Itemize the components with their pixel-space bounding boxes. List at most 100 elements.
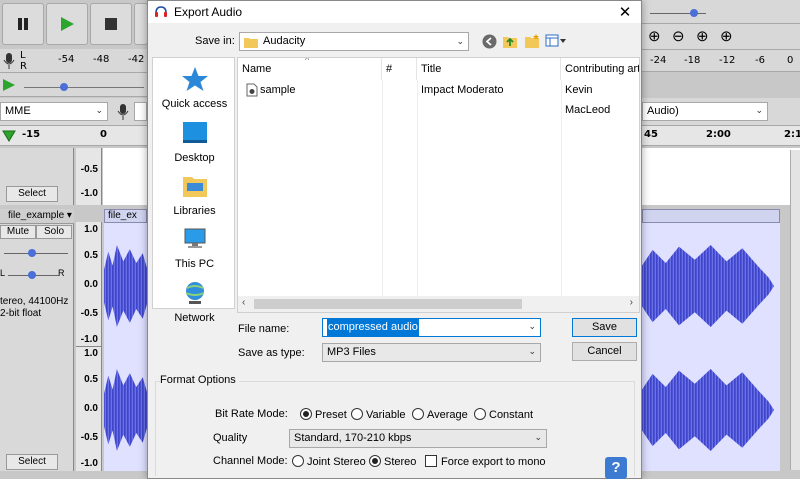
dialog-titlebar[interactable]: Export Audio — [148, 1, 641, 23]
pan-right-label: R — [58, 268, 65, 278]
fit-project-icon[interactable]: ⊕ — [720, 27, 733, 45]
timeline-tick: -15 — [22, 129, 41, 140]
channel-stereo-radio[interactable]: Stereo — [369, 455, 416, 468]
column-label: # — [386, 63, 393, 75]
scale-label: -0.5 — [80, 308, 98, 319]
clip-name-bar-right[interactable] — [642, 209, 780, 223]
host-select-value: MME — [5, 105, 31, 117]
bit-rate-average-radio[interactable]: Average — [412, 408, 468, 421]
scroll-right-icon[interactable]: › — [630, 297, 633, 308]
gain-slider[interactable] — [28, 249, 36, 257]
nav-libraries[interactable]: Libraries — [153, 173, 236, 217]
pause-button[interactable] — [2, 3, 44, 45]
dialog-title: Export Audio — [174, 5, 243, 19]
clip-name-bar[interactable]: file_ex — [104, 209, 147, 223]
zoom-out-icon[interactable]: ⊖ — [672, 27, 685, 45]
bit-rate-preset-radio[interactable]: Preset — [300, 408, 347, 421]
scale-label: 1.0 — [84, 224, 98, 235]
column-header-name[interactable]: Name — [238, 58, 382, 80]
help-button[interactable]: ? — [605, 457, 627, 479]
force-mono-checkbox[interactable]: Force export to mono — [425, 455, 546, 468]
timeline-right[interactable]: 45 2:00 2:1 — [642, 126, 800, 146]
file-list[interactable]: ^ Name # Title Contributing art sample I… — [237, 57, 640, 313]
playback-meter[interactable] — [0, 73, 147, 97]
checkbox-icon — [425, 455, 437, 467]
chevron-down-icon: ⌄ — [534, 433, 542, 443]
chevron-down-icon: ⌄ — [456, 37, 464, 47]
channel-mode-label: Channel Mode: — [213, 455, 288, 467]
horizontal-scrollbar[interactable]: ‹ › — [238, 296, 639, 312]
scrollbar-thumb[interactable] — [254, 299, 522, 309]
volume-slider[interactable] — [690, 9, 698, 17]
radio-label: Constant — [489, 409, 534, 421]
right-meter-strip[interactable] — [642, 0, 800, 24]
waveform-upper[interactable] — [103, 148, 147, 205]
recording-meter[interactable]: L R -54 -48 -42 — [0, 49, 147, 73]
save-button[interactable]: Save — [572, 318, 637, 337]
meter-r-label: R — [20, 61, 27, 72]
save-in-select[interactable]: Audacity ⌄ — [239, 32, 469, 51]
bit-rate-variable-radio[interactable]: Variable — [351, 408, 406, 421]
mute-button[interactable]: Mute — [0, 225, 36, 239]
column-header-number[interactable]: # — [382, 58, 417, 80]
microphone-icon — [3, 53, 15, 69]
host-select[interactable]: MME ⌄ — [0, 102, 108, 121]
star-icon — [181, 67, 208, 91]
nav-this-pc[interactable]: This PC — [153, 226, 236, 270]
track-name-menu[interactable]: file_example ▾ — [0, 209, 74, 224]
radio-label: Stereo — [384, 456, 417, 468]
scale-label: 0.5 — [84, 250, 98, 261]
file-artist: Kevin MacLeod — [565, 84, 611, 116]
view-menu-icon[interactable] — [545, 34, 567, 48]
pan-slider[interactable] — [28, 271, 36, 279]
select-button[interactable]: Select — [6, 454, 58, 470]
file-name-input[interactable]: compressed audio ⌄ — [322, 318, 541, 337]
channel-joint-stereo-radio[interactable]: Joint Stereo — [292, 455, 366, 468]
channels-select[interactable]: Audio) ⌄ — [642, 102, 768, 121]
scale-label: -1.0 — [80, 458, 98, 469]
timeline-tick: 2:1 — [784, 129, 800, 140]
radio-icon — [351, 408, 363, 420]
select-button[interactable]: Select — [6, 186, 58, 202]
playback-volume-slider[interactable] — [60, 83, 68, 91]
scroll-left-icon[interactable]: ‹ — [242, 297, 245, 308]
fit-selection-icon[interactable]: ⊕ — [696, 27, 709, 45]
timeline-left[interactable]: -15 0 — [0, 126, 147, 146]
timeline-tick: 45 — [644, 129, 658, 140]
network-icon — [185, 282, 204, 304]
up-folder-icon[interactable] — [502, 33, 519, 49]
solo-button[interactable]: Solo — [36, 225, 72, 239]
nav-network[interactable]: Network — [153, 280, 236, 324]
zoom-in-icon[interactable]: ⊕ — [648, 27, 661, 45]
bit-rate-constant-radio[interactable]: Constant — [474, 408, 533, 421]
mic-select[interactable] — [134, 102, 147, 121]
meter-tick: -12 — [719, 55, 736, 66]
column-header-title[interactable]: Title — [417, 58, 561, 80]
column-header-artist[interactable]: Contributing art — [561, 58, 640, 80]
chevron-down-icon: ⌄ — [755, 106, 763, 116]
timeline-tick: 0 — [100, 129, 107, 140]
scale-label: -1.0 — [80, 188, 98, 199]
waveform-upper-right[interactable] — [642, 148, 800, 205]
play-button[interactable] — [46, 3, 88, 45]
file-row[interactable]: sample Impact Moderato Kevin MacLeod — [238, 80, 639, 116]
skip-button[interactable] — [134, 3, 148, 45]
close-button[interactable]: ✕ — [615, 3, 635, 21]
column-label: Contributing art — [565, 63, 640, 75]
track-bit-depth: 2-bit float — [0, 308, 42, 319]
nav-desktop[interactable]: Desktop — [153, 120, 236, 164]
waveform-right[interactable] — [642, 223, 780, 471]
waveform-left[interactable] — [104, 223, 147, 471]
vertical-scrollbar[interactable] — [790, 150, 800, 470]
radio-icon — [474, 408, 486, 420]
right-meter-ticks: -24 -18 -12 -6 0 — [642, 50, 800, 72]
stop-button[interactable] — [90, 3, 132, 45]
new-folder-icon[interactable] — [524, 33, 541, 49]
quality-select[interactable]: Standard, 170-210 kbps ⌄ — [289, 429, 547, 448]
audio-file-icon — [246, 83, 258, 97]
cancel-button[interactable]: Cancel — [572, 342, 637, 361]
save-as-type-select[interactable]: MP3 Files ⌄ — [322, 343, 541, 362]
nav-quick-access[interactable]: Quick access — [153, 66, 236, 110]
radio-selected-icon — [369, 455, 381, 467]
back-icon[interactable] — [482, 34, 497, 49]
